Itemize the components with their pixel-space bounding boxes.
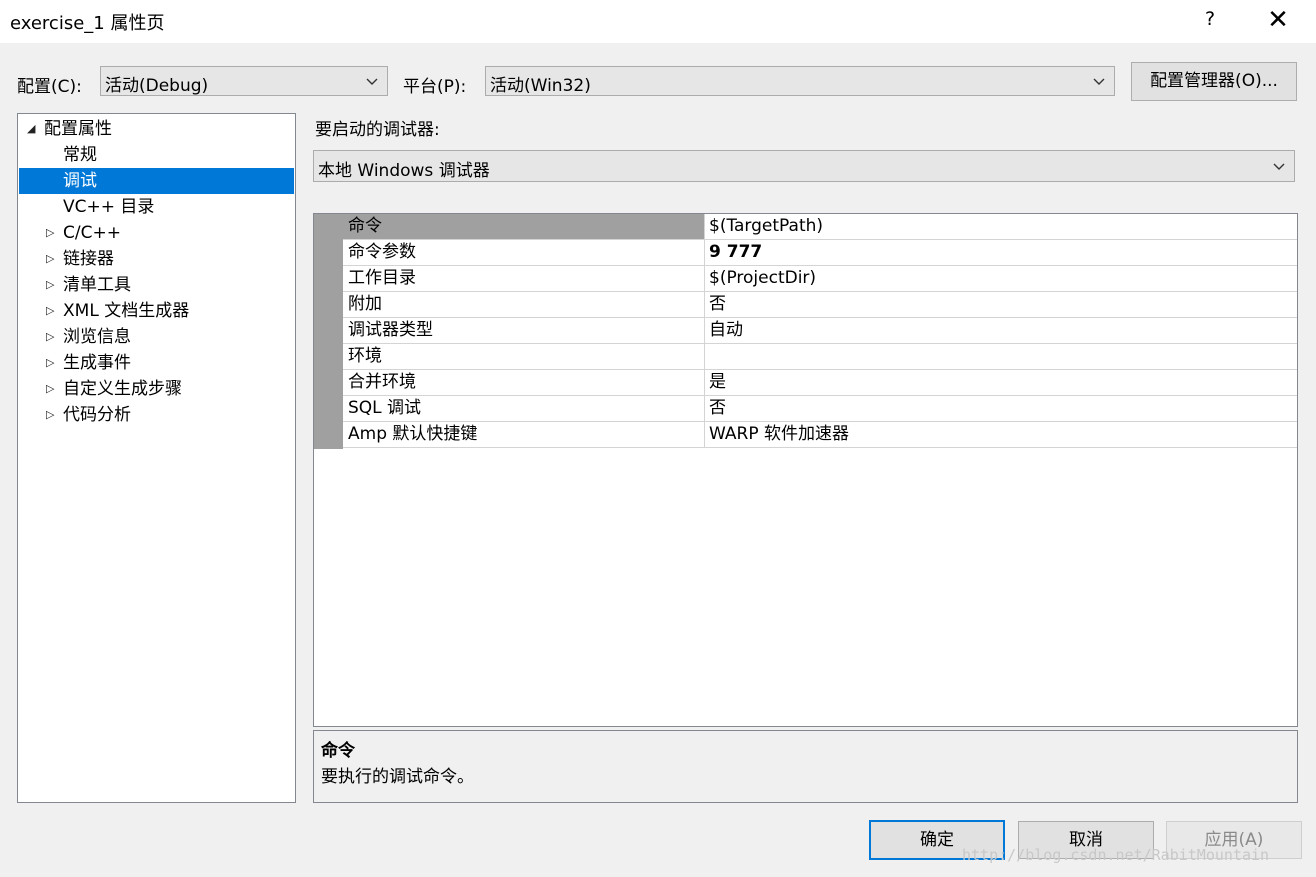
tree-item-label: 浏览信息 <box>63 327 131 347</box>
description-panel: 命令 要执行的调试命令。 <box>313 730 1298 803</box>
platform-label: 平台(P): <box>403 77 467 97</box>
tree-item-linker[interactable]: ▷ 链接器 <box>19 246 294 272</box>
property-name: 附加 <box>343 292 705 317</box>
chevron-down-icon <box>1092 75 1106 89</box>
debugger-label: 要启动的调试器: <box>315 120 440 140</box>
property-name: 环境 <box>343 344 705 369</box>
config-manager-button[interactable]: 配置管理器(O)... <box>1131 62 1297 101</box>
tree-item-config-properties[interactable]: ◢ 配置属性 <box>19 116 294 142</box>
grid-row-command[interactable]: 命令 $(TargetPath) <box>343 214 1297 240</box>
debugger-dropdown[interactable]: 本地 Windows 调试器 <box>313 150 1295 182</box>
tree-item-build-events[interactable]: ▷ 生成事件 <box>19 350 294 376</box>
description-text: 要执行的调试命令。 <box>321 767 474 787</box>
tree-item-label: 调试 <box>63 171 97 191</box>
property-value[interactable]: 自动 <box>706 318 1296 343</box>
property-name: 工作目录 <box>343 266 705 291</box>
watermark: http://blog.csdn.net/RabitMountain <box>962 846 1270 864</box>
config-value: 活动(Debug) <box>105 76 209 96</box>
close-icon[interactable]: ✕ <box>1262 3 1294 37</box>
property-value[interactable]: 否 <box>706 292 1296 317</box>
title-bar: exercise_1 属性页 ? ✕ <box>0 0 1316 43</box>
property-name: 命令参数 <box>343 240 705 265</box>
property-name: Amp 默认快捷键 <box>343 422 705 447</box>
tree-item-label: C/C++ <box>63 223 121 243</box>
grid-row-working-directory[interactable]: 工作目录 $(ProjectDir) <box>343 266 1297 292</box>
property-value[interactable]: $(ProjectDir) <box>706 266 1296 291</box>
collapsed-arrow-icon[interactable]: ▷ <box>46 298 54 324</box>
description-title: 命令 <box>321 741 355 761</box>
tree-item-label: 配置属性 <box>44 119 112 139</box>
property-name: 命令 <box>343 214 705 239</box>
property-value[interactable]: WARP 软件加速器 <box>706 422 1296 447</box>
property-value[interactable]: 9 777 <box>706 240 1296 265</box>
collapsed-arrow-icon[interactable]: ▷ <box>46 272 54 298</box>
tree-item-manifest-tool[interactable]: ▷ 清单工具 <box>19 272 294 298</box>
tree-item-general[interactable]: 常规 <box>19 142 294 168</box>
tree-item-label: VC++ 目录 <box>63 197 155 217</box>
grid-row-command-arguments[interactable]: 命令参数 9 777 <box>343 240 1297 266</box>
property-value[interactable] <box>706 344 1296 369</box>
tree-item-label: XML 文档生成器 <box>63 301 190 321</box>
tree-item-browse-info[interactable]: ▷ 浏览信息 <box>19 324 294 350</box>
collapsed-arrow-icon[interactable]: ▷ <box>46 246 54 272</box>
property-value[interactable]: 是 <box>706 370 1296 395</box>
collapsed-arrow-icon[interactable]: ▷ <box>46 220 54 246</box>
property-name: SQL 调试 <box>343 396 705 421</box>
property-grid: 命令 $(TargetPath) 命令参数 9 777 工作目录 $(Proje… <box>313 213 1298 727</box>
tree-item-xml-doc-generator[interactable]: ▷ XML 文档生成器 <box>19 298 294 324</box>
chevron-down-icon <box>1272 160 1286 174</box>
debugger-value: 本地 Windows 调试器 <box>318 161 490 181</box>
collapsed-arrow-icon[interactable]: ▷ <box>46 402 54 428</box>
grid-row-debugger-type[interactable]: 调试器类型 自动 <box>343 318 1297 344</box>
property-name: 调试器类型 <box>343 318 705 343</box>
property-value[interactable]: $(TargetPath) <box>706 214 1296 239</box>
help-icon[interactable]: ? <box>1198 8 1222 30</box>
collapsed-arrow-icon[interactable]: ▷ <box>46 376 54 402</box>
tree-item-debugging[interactable]: 调试 <box>19 168 294 194</box>
property-value[interactable]: 否 <box>706 396 1296 421</box>
grid-row-environment[interactable]: 环境 <box>343 344 1297 370</box>
property-tree: ◢ 配置属性 常规 调试 VC++ 目录 ▷ C/C++ ▷ 链接器 ▷ 清单工… <box>17 113 296 803</box>
tree-item-label: 清单工具 <box>63 275 131 295</box>
tree-item-label: 链接器 <box>63 249 114 269</box>
tree-item-vcpp-directories[interactable]: VC++ 目录 <box>19 194 294 220</box>
expanded-arrow-icon[interactable]: ◢ <box>27 116 35 142</box>
tree-item-custom-build-step[interactable]: ▷ 自定义生成步骤 <box>19 376 294 402</box>
collapsed-arrow-icon[interactable]: ▷ <box>46 324 54 350</box>
grid-row-attach[interactable]: 附加 否 <box>343 292 1297 318</box>
grid-row-merge-environment[interactable]: 合并环境 是 <box>343 370 1297 396</box>
tree-item-code-analysis[interactable]: ▷ 代码分析 <box>19 402 294 428</box>
config-label: 配置(C): <box>17 77 82 97</box>
window-title: exercise_1 属性页 <box>10 13 165 34</box>
platform-value: 活动(Win32) <box>490 76 591 96</box>
tree-item-label: 自定义生成步骤 <box>63 379 182 399</box>
grid-row-sql-debugging[interactable]: SQL 调试 否 <box>343 396 1297 422</box>
collapsed-arrow-icon[interactable]: ▷ <box>46 350 54 376</box>
tree-item-c-cpp[interactable]: ▷ C/C++ <box>19 220 294 246</box>
grid-row-amp-default-accelerator[interactable]: Amp 默认快捷键 WARP 软件加速器 <box>343 422 1297 448</box>
chevron-down-icon <box>365 75 379 89</box>
property-name: 合并环境 <box>343 370 705 395</box>
platform-dropdown[interactable]: 活动(Win32) <box>485 66 1115 96</box>
grid-gutter <box>314 214 343 449</box>
tree-item-label: 生成事件 <box>63 353 131 373</box>
tree-item-label: 代码分析 <box>63 405 131 425</box>
tree-item-label: 常规 <box>63 145 97 165</box>
config-dropdown[interactable]: 活动(Debug) <box>100 66 388 96</box>
